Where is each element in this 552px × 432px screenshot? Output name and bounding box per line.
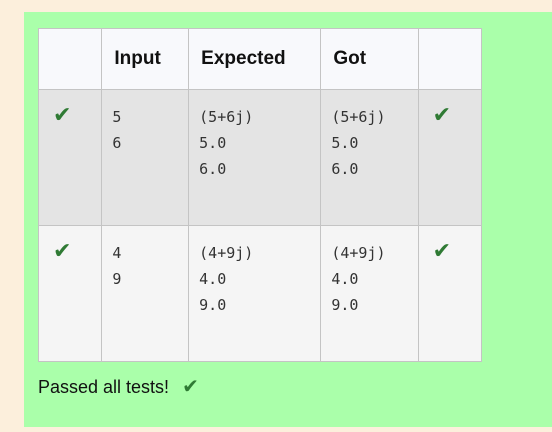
- check-icon: ✔: [53, 102, 72, 127]
- header-status: [37, 28, 103, 90]
- expected-value: (5+6j) 5.0 6.0: [199, 108, 254, 178]
- table-header-row: Input Expected Got: [37, 28, 483, 90]
- status-cell: ✔: [37, 89, 103, 226]
- got-cell: (5+6j) 5.0 6.0: [320, 89, 419, 226]
- header-got: Got: [320, 28, 419, 90]
- check-icon: ✔: [432, 238, 451, 263]
- result-cell: ✔: [417, 89, 483, 226]
- table-row: ✔ 4 9 (4+9j) 4.0 9.0 (4+9j) 4.0 9.0 ✔: [37, 225, 483, 362]
- expected-value: (4+9j) 4.0 9.0: [199, 244, 254, 314]
- check-icon: ✔: [432, 102, 451, 127]
- result-cell: ✔: [417, 225, 483, 362]
- check-icon: ✔: [53, 238, 72, 263]
- test-results-table: Input Expected Got ✔ 5 6 (5+6j) 5.0 6.0 …: [37, 28, 483, 362]
- expected-cell: (4+9j) 4.0 9.0: [188, 225, 322, 362]
- summary-text: Passed all tests!: [38, 377, 170, 397]
- got-value: (4+9j) 4.0 9.0: [331, 244, 386, 314]
- got-value: (5+6j) 5.0 6.0: [331, 108, 386, 178]
- test-results-panel: Input Expected Got ✔ 5 6 (5+6j) 5.0 6.0 …: [24, 12, 552, 427]
- expected-cell: (5+6j) 5.0 6.0: [188, 89, 322, 226]
- header-result: [417, 28, 483, 90]
- header-input: Input: [101, 28, 190, 90]
- check-icon: ✔: [182, 376, 199, 398]
- input-cell: 4 9: [101, 225, 190, 362]
- summary-message: Passed all tests! ✔: [38, 376, 199, 398]
- input-value: 5 6: [112, 108, 122, 152]
- status-cell: ✔: [37, 225, 103, 362]
- got-cell: (4+9j) 4.0 9.0: [320, 225, 419, 362]
- table-row: ✔ 5 6 (5+6j) 5.0 6.0 (5+6j) 5.0 6.0 ✔: [37, 89, 483, 226]
- header-expected: Expected: [188, 28, 322, 90]
- input-cell: 5 6: [101, 89, 190, 226]
- input-value: 4 9: [112, 244, 122, 288]
